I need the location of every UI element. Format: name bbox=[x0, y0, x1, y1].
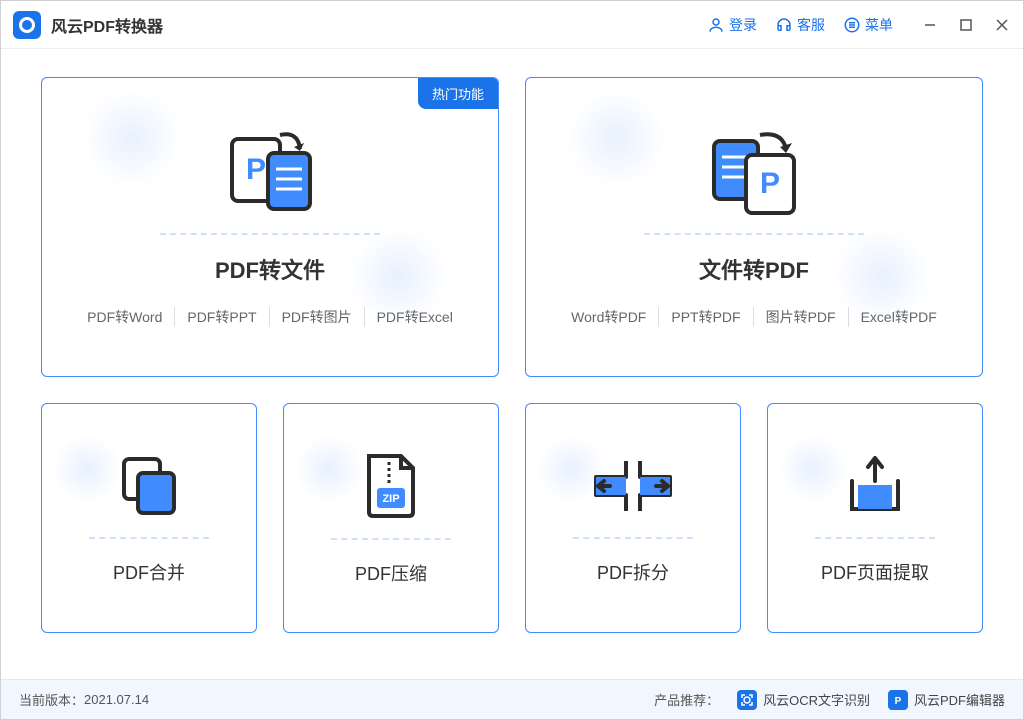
pdf-to-file-card[interactable]: 热门功能 P PDF转文件 PDF转Wor bbox=[41, 77, 499, 377]
sub-option[interactable]: 图片转PDF bbox=[754, 307, 849, 327]
sub-option[interactable]: Word转PDF bbox=[559, 307, 659, 327]
extract-icon bbox=[840, 451, 910, 521]
minimize-button[interactable] bbox=[921, 16, 939, 34]
app-window: 风云PDF转换器 登录 客服 菜单 bbox=[0, 0, 1024, 720]
separator bbox=[815, 537, 935, 539]
support-button[interactable]: 客服 bbox=[775, 15, 825, 35]
close-icon bbox=[995, 18, 1009, 32]
svg-text:P: P bbox=[246, 153, 266, 186]
pdf-extract-card[interactable]: PDF页面提取 bbox=[767, 403, 983, 633]
titlebar: 风云PDF转换器 登录 客服 菜单 bbox=[1, 1, 1023, 49]
decor-icon bbox=[832, 226, 932, 326]
footer: 当前版本： 2021.07.14 产品推荐： 风云OCR文字识别 P 风云PDF… bbox=[1, 679, 1023, 719]
decor-icon bbox=[566, 88, 666, 188]
separator bbox=[644, 233, 864, 235]
card-title: PDF转文件 bbox=[215, 253, 325, 285]
decor-icon bbox=[778, 434, 848, 504]
card-title: PDF页面提取 bbox=[821, 559, 929, 585]
recommend-ocr-label: 风云OCR文字识别 bbox=[763, 690, 870, 709]
merge-icon bbox=[114, 451, 184, 521]
maximize-button[interactable] bbox=[957, 16, 975, 34]
recommend-editor[interactable]: P 风云PDF编辑器 bbox=[888, 690, 1005, 710]
card-title: 文件转PDF bbox=[699, 253, 809, 285]
decor-icon bbox=[82, 88, 182, 188]
card-title: PDF压缩 bbox=[355, 560, 427, 586]
pdf-merge-card[interactable]: PDF合并 bbox=[41, 403, 257, 633]
card-title: PDF合并 bbox=[113, 559, 185, 585]
maximize-icon bbox=[960, 19, 972, 31]
compress-icon: ZIP bbox=[359, 450, 423, 522]
menu-button[interactable]: 菜单 bbox=[843, 15, 893, 35]
login-label: 登录 bbox=[729, 15, 757, 35]
top-row: 热门功能 P PDF转文件 PDF转Wor bbox=[41, 77, 983, 377]
headset-icon bbox=[775, 16, 793, 34]
support-label: 客服 bbox=[797, 15, 825, 35]
login-button[interactable]: 登录 bbox=[707, 15, 757, 35]
pdf-compress-card[interactable]: ZIP PDF压缩 bbox=[283, 403, 499, 633]
file-to-pdf-card[interactable]: P 文件转PDF Word转PDF PPT转PDF 图片转PDF Excel转P… bbox=[525, 77, 983, 377]
separator bbox=[331, 538, 451, 540]
editor-icon: P bbox=[888, 690, 908, 710]
bottom-row: PDF合并 ZIP PDF压缩 bbox=[41, 403, 983, 633]
ocr-icon bbox=[737, 690, 757, 710]
sub-option[interactable]: PDF转Word bbox=[75, 307, 175, 327]
window-controls bbox=[921, 16, 1011, 34]
close-button[interactable] bbox=[993, 16, 1011, 34]
pdf-split-card[interactable]: PDF拆分 bbox=[525, 403, 741, 633]
svg-text:P: P bbox=[895, 696, 902, 706]
svg-text:P: P bbox=[760, 167, 780, 200]
file-to-pdf-icon: P bbox=[704, 127, 804, 217]
decor-icon bbox=[52, 434, 122, 504]
separator bbox=[89, 537, 209, 539]
svg-text:ZIP: ZIP bbox=[382, 493, 399, 505]
user-icon bbox=[707, 16, 725, 34]
app-title: 风云PDF转换器 bbox=[51, 13, 163, 37]
recommend-label: 产品推荐： bbox=[654, 690, 719, 709]
sub-option[interactable]: PDF转图片 bbox=[270, 307, 365, 327]
decor-icon bbox=[536, 434, 606, 504]
content-area: 热门功能 P PDF转文件 PDF转Wor bbox=[1, 49, 1023, 679]
separator bbox=[573, 537, 693, 539]
pdf-to-file-icon: P bbox=[220, 127, 320, 217]
hot-badge: 热门功能 bbox=[418, 78, 498, 109]
version-label: 当前版本： bbox=[19, 690, 84, 709]
recommend-ocr[interactable]: 风云OCR文字识别 bbox=[737, 690, 870, 710]
separator bbox=[160, 233, 380, 235]
menu-label: 菜单 bbox=[865, 15, 893, 35]
card-title: PDF拆分 bbox=[597, 559, 669, 585]
decor-icon bbox=[348, 226, 448, 326]
decor-icon bbox=[294, 434, 364, 504]
sub-option[interactable]: PDF转PPT bbox=[175, 307, 269, 327]
recommend-editor-label: 风云PDF编辑器 bbox=[914, 690, 1005, 709]
sub-option[interactable]: PPT转PDF bbox=[659, 307, 753, 327]
app-logo-icon bbox=[13, 11, 41, 39]
version-value: 2021.07.14 bbox=[84, 692, 149, 707]
menu-icon bbox=[843, 16, 861, 34]
minimize-icon bbox=[923, 18, 937, 32]
